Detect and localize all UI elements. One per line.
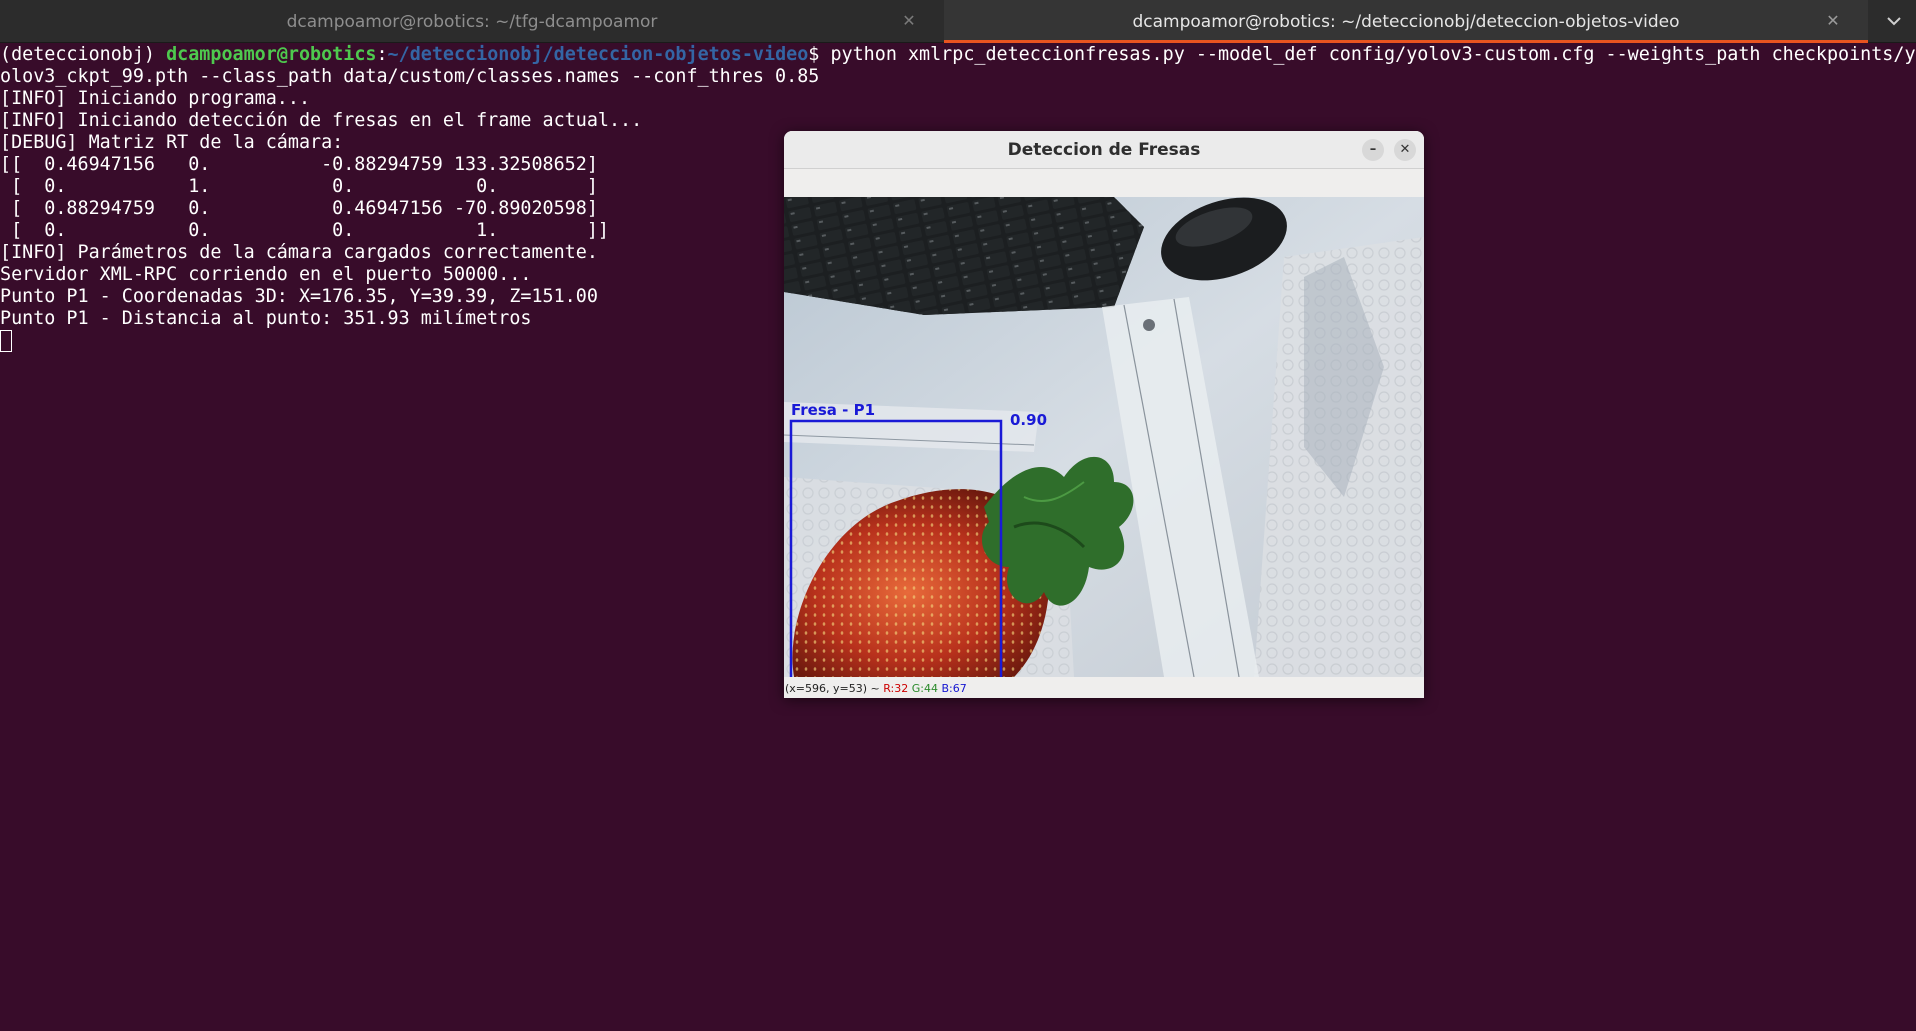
prompt-env: (deteccionobj) (0, 44, 167, 65)
pixel-status-bar: (x=596, y=53) ~ R:32 G:44 B:67 (784, 679, 1424, 698)
output-line: [INFO] Iniciando programa... (0, 88, 311, 109)
window-title: Deteccion de Fresas (1007, 139, 1201, 160)
prompt-separator: : (376, 44, 388, 65)
command-wrap-line: olov3_ckpt_99.pth --class_path data/cust… (0, 66, 820, 87)
prompt-line: (deteccionobj) dcampoamor@robotics:~/det… (0, 44, 1916, 66)
output-line: [INFO] Iniciando detección de fresas en … (0, 110, 643, 131)
tab-title: dcampoamor@robotics: ~/tfg-dcampoamor (286, 11, 658, 32)
tab-tfg-dcampoamor[interactable]: dcampoamor@robotics: ~/tfg-dcampoamor ✕ (0, 0, 944, 43)
chevron-down-icon[interactable] (1882, 10, 1906, 34)
pixel-red: R:32 (883, 682, 909, 695)
terminal-cursor (0, 330, 12, 352)
tab-deteccion-objetos-video[interactable]: dcampoamor@robotics: ~/deteccionobj/dete… (944, 0, 1868, 43)
pixel-blue: B:67 (941, 682, 967, 695)
opencv-window[interactable]: Deteccion de Fresas – ✕ Fresa - P1 0.90 … (784, 131, 1424, 698)
prompt-user: dcampoamor@robotics (166, 44, 377, 65)
terminal-tab-bar: dcampoamor@robotics: ~/tfg-dcampoamor ✕ … (0, 0, 1916, 43)
command-text: python xmlrpc_deteccionfresas.py --model… (830, 44, 1916, 65)
detection-label: Fresa - P1 (791, 401, 875, 419)
close-button[interactable]: ✕ (1394, 139, 1416, 161)
prompt-path: ~/deteccionobj/deteccion-objetos-video (387, 44, 809, 65)
tab-title: dcampoamor@robotics: ~/deteccionobj/dete… (1132, 11, 1680, 32)
pixel-coords: (x=596, y=53) ~ (785, 682, 884, 695)
tab-close-icon[interactable]: ✕ (1824, 12, 1842, 30)
camera-image: Fresa - P1 0.90 (784, 197, 1424, 677)
minimize-button[interactable]: – (1362, 139, 1384, 161)
detection-confidence: 0.90 (1010, 411, 1047, 429)
pixel-green: G:44 (911, 682, 938, 695)
prompt-symbol: $ (808, 44, 831, 65)
window-toolbar (784, 169, 1424, 197)
camera-frame[interactable]: Fresa - P1 0.90 (784, 197, 1424, 677)
tab-close-icon[interactable]: ✕ (900, 12, 918, 30)
window-titlebar[interactable]: Deteccion de Fresas – ✕ (784, 131, 1424, 169)
